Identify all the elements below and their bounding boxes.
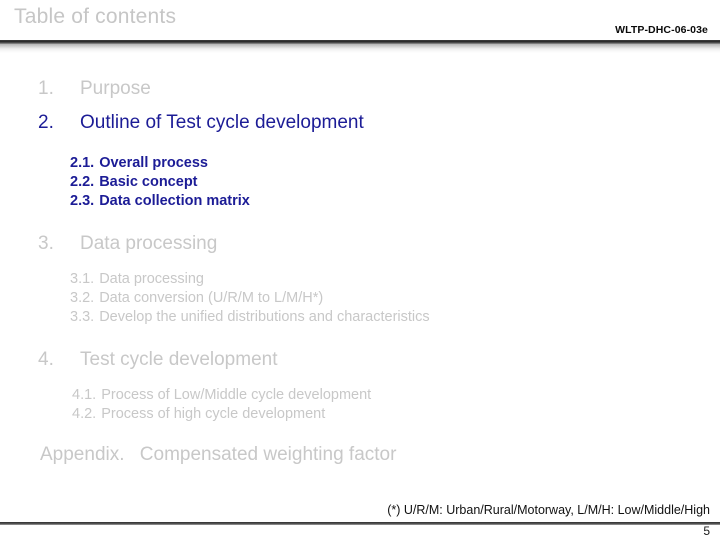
toc-item-4[interactable]: 4. Test cycle development <box>0 343 720 377</box>
toc-item-appendix[interactable]: Appendix. Compensated weighting factor <box>0 440 720 470</box>
toc-item-number: 2.3. <box>70 193 95 209</box>
toc-item-number: 4.2. <box>72 406 97 422</box>
toc-item-label: Data processing <box>80 233 218 254</box>
toc-item-3-1[interactable]: 3.1. Data processing <box>0 270 720 289</box>
toc-item-label: Basic concept <box>99 174 198 190</box>
toc-item-number: 2.2. <box>70 174 95 190</box>
toc-item-1[interactable]: 1. Purpose <box>0 72 720 106</box>
header-divider-shadow <box>0 44 720 53</box>
toc-item-2[interactable]: 2. Outline of Test cycle development <box>0 106 720 140</box>
toc-item-number: 1. <box>38 78 54 99</box>
toc-item-label: Data collection matrix <box>99 193 250 209</box>
toc-item-label: Data processing <box>99 271 204 287</box>
toc-item-number: Appendix. <box>40 444 125 465</box>
footnote: (*) U/R/M: Urban/Rural/Motorway, L/M/H: … <box>387 503 710 517</box>
toc-item-number: 2. <box>38 112 54 133</box>
toc-item-2-3[interactable]: 2.3. Data collection matrix <box>0 192 720 211</box>
slide-header: Table of contents WLTP-DHC-06-03e <box>0 0 720 53</box>
toc-item-number: 2.1. <box>70 155 95 171</box>
page-title: Table of contents <box>14 5 177 28</box>
toc-item-4-1[interactable]: 4.1. Process of Low/Middle cycle develop… <box>0 386 720 405</box>
toc-item-2-2[interactable]: 2.2. Basic concept <box>0 173 720 192</box>
toc-item-label: Outline of Test cycle development <box>80 112 364 133</box>
toc-item-label: Overall process <box>99 155 209 171</box>
toc-item-number: 3.1. <box>70 271 95 287</box>
footer-divider <box>0 522 720 525</box>
toc-item-label: Compensated weighting factor <box>139 444 397 465</box>
document-code: WLTP-DHC-06-03e <box>615 24 708 36</box>
toc-item-3-3[interactable]: 3.3. Develop the unified distributions a… <box>0 308 720 327</box>
toc-item-number: 3.3. <box>70 309 95 325</box>
toc-item-label: Process of Low/Middle cycle development <box>101 387 372 403</box>
toc-item-number: 4. <box>38 349 54 370</box>
toc-item-3-2[interactable]: 3.2. Data conversion (U/R/M to L/M/H*) <box>0 289 720 308</box>
toc-item-label: Purpose <box>80 78 151 99</box>
slide: Table of contents WLTP-DHC-06-03e 1. Pur… <box>0 0 720 540</box>
toc-item-4-2[interactable]: 4.2. Process of high cycle development <box>0 405 720 424</box>
table-of-contents: 1. Purpose 2. Outline of Test cycle deve… <box>0 72 720 470</box>
toc-item-number: 3.2. <box>70 290 95 306</box>
toc-item-3[interactable]: 3. Data processing <box>0 227 720 261</box>
toc-item-number: 4.1. <box>72 387 97 403</box>
toc-item-label: Test cycle development <box>80 349 278 370</box>
page-number: 5 <box>703 524 710 538</box>
toc-item-label: Data conversion (U/R/M to L/M/H*) <box>99 290 324 306</box>
toc-item-label: Process of high cycle development <box>101 406 326 422</box>
toc-item-label: Develop the unified distributions and ch… <box>99 309 430 325</box>
toc-item-2-1[interactable]: 2.1. Overall process <box>0 154 720 173</box>
toc-item-number: 3. <box>38 233 54 254</box>
